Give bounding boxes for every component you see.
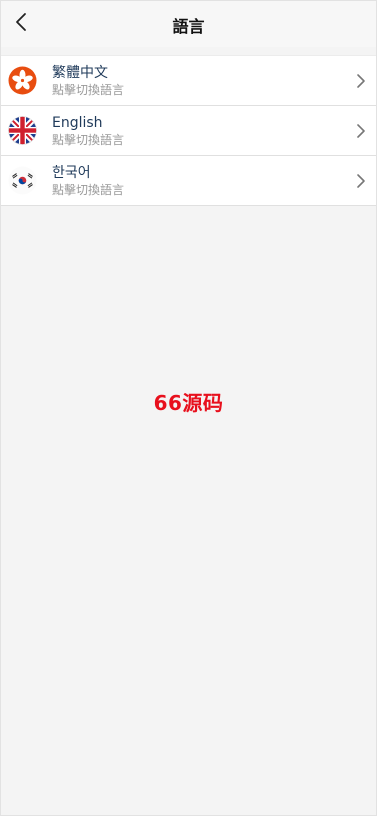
app-frame: 語言 繁體中文 點擊切換語言 English 點擊切換語言 한국어 點擊切換語言… [0, 0, 377, 816]
language-hint: 點擊切換語言 [52, 83, 125, 97]
chevron-right-icon [357, 74, 365, 88]
language-row-traditional-chinese[interactable]: 繁體中文 點擊切換語言 [1, 55, 376, 106]
page-title: 語言 [172, 17, 205, 36]
watermark-text: 66源码 [153, 391, 224, 415]
language-hint: 點擊切換語言 [52, 133, 125, 147]
uk-flag-icon [8, 116, 37, 145]
language-hint: 點擊切換語言 [52, 183, 125, 197]
language-row-korean[interactable]: 한국어 點擊切換語言 [1, 156, 376, 206]
language-name: 繁體中文 [52, 65, 108, 81]
korea-flag-icon [8, 166, 37, 195]
language-name: English [52, 115, 103, 131]
hong-kong-flag-icon [8, 66, 37, 95]
chevron-right-icon [357, 124, 365, 138]
header-bar: 語言 [1, 1, 376, 47]
language-list: 繁體中文 點擊切換語言 English 點擊切換語言 한국어 點擊切換語言 [1, 55, 376, 206]
language-row-english[interactable]: English 點擊切換語言 [1, 106, 376, 156]
chevron-right-icon [357, 174, 365, 188]
language-name: 한국어 [52, 165, 91, 181]
